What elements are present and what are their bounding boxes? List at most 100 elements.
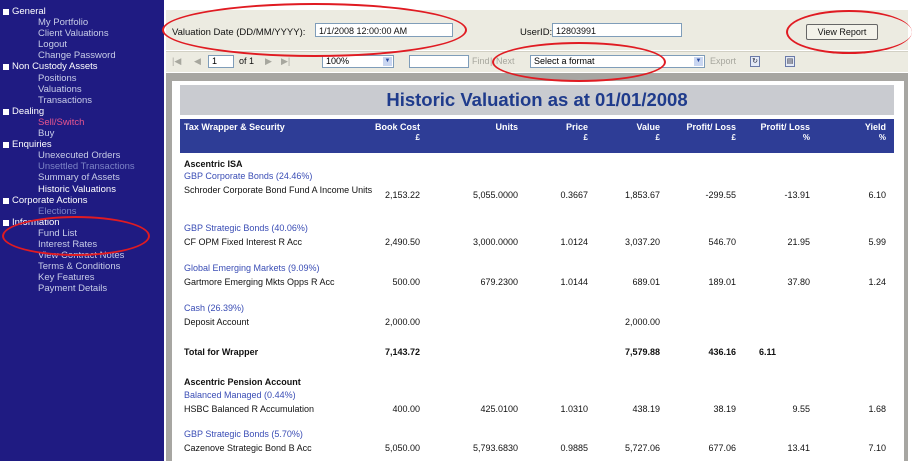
- next-page-icon[interactable]: ▶: [265, 56, 272, 67]
- find-link[interactable]: Find: [472, 56, 490, 66]
- sidebar-section-dealing[interactable]: Dealing: [0, 106, 164, 117]
- book-cost-cell: 2,490.50: [384, 237, 420, 247]
- refresh-icon[interactable]: ↻: [750, 56, 760, 67]
- profit-pct-cell: 21.95: [787, 237, 810, 247]
- units-cell: 425.0100: [480, 404, 518, 414]
- category-name: GBP Strategic Bonds (40.06%): [184, 223, 308, 233]
- sidebar-item-sell-switch[interactable]: Sell/Switch: [0, 117, 164, 128]
- header-security: Tax Wrapper & Security: [184, 122, 285, 132]
- sidebar-item-logout[interactable]: Logout: [0, 39, 164, 50]
- header-profit-loss: Profit/ Loss £: [686, 122, 736, 142]
- sidebar-item-key-features[interactable]: Key Features: [0, 272, 164, 283]
- sidebar-section-corporate-actions[interactable]: Corporate Actions: [0, 195, 164, 206]
- sidebar-item-transactions[interactable]: Transactions: [0, 95, 164, 106]
- sidebar-item-my-portfolio[interactable]: My Portfolio: [0, 17, 164, 28]
- parameter-bar: Valuation Date (DD/MM/YYYY): 1/1/2008 12…: [166, 10, 908, 50]
- yield-cell: 6.10: [868, 190, 886, 200]
- zoom-select[interactable]: 100% ▼: [322, 55, 394, 68]
- valuation-date-input[interactable]: 1/1/2008 12:00:00 AM: [315, 23, 453, 37]
- valuation-date-label: Valuation Date (DD/MM/YYYY):: [172, 27, 306, 38]
- sidebar-item-summary-of-assets[interactable]: Summary of Assets: [0, 172, 164, 183]
- userid-label: UserID:: [520, 27, 553, 38]
- sidebar-item-terms-conditions[interactable]: Terms & Conditions: [0, 261, 164, 272]
- total-book-cost: 7,143.72: [384, 347, 420, 357]
- profit-pct-cell: 13.41: [787, 443, 810, 453]
- sidebar-nav: General My Portfolio Client Valuations L…: [0, 0, 164, 461]
- header-units: Units: [495, 122, 519, 132]
- sidebar-section-general[interactable]: General: [0, 6, 164, 17]
- category-name: GBP Corporate Bonds (24.46%): [184, 171, 313, 181]
- sidebar-item-buy[interactable]: Buy: [0, 128, 164, 139]
- profit-cell: 189.01: [708, 277, 736, 287]
- value-cell: 689.01: [632, 277, 660, 287]
- security-name: Cazenove Strategic Bond B Acc: [184, 443, 312, 453]
- sidebar-item-view-contract-notes[interactable]: View Contract Notes: [0, 250, 164, 261]
- chevron-down-icon: ▼: [694, 57, 703, 66]
- price-cell: 1.0310: [560, 404, 588, 414]
- prev-page-icon[interactable]: ◀: [194, 56, 201, 67]
- security-name: HSBC Balanced R Accumulation: [184, 404, 315, 414]
- sidebar-section-enquiries[interactable]: Enquiries: [0, 139, 164, 150]
- userid-input[interactable]: 12803991: [552, 23, 682, 37]
- find-separator: |: [490, 56, 493, 66]
- sidebar-item-valuations[interactable]: Valuations: [0, 84, 164, 95]
- sidebar-item-historic-valuations[interactable]: Historic Valuations: [0, 184, 164, 195]
- security-name: Gartmore Emerging Mkts Opps R Acc: [184, 277, 335, 287]
- report-page: Historic Valuation as at 01/01/2008 Tax …: [172, 81, 904, 461]
- price-cell: 1.0144: [560, 277, 588, 287]
- report-viewer: Historic Valuation as at 01/01/2008 Tax …: [166, 73, 908, 461]
- export-link[interactable]: Export: [710, 56, 736, 66]
- print-icon[interactable]: ▤: [785, 56, 795, 67]
- book-cost-cell: 500.00: [392, 277, 420, 287]
- find-input[interactable]: [409, 55, 469, 68]
- security-name: Deposit Account: [184, 317, 250, 327]
- sidebar-item-interest-rates[interactable]: Interest Rates: [0, 239, 164, 250]
- value-cell: 3,037.20: [624, 237, 660, 247]
- profit-cell: -299.55: [705, 190, 736, 200]
- book-cost-cell: 400.00: [392, 404, 420, 414]
- collapse-icon: [3, 197, 9, 204]
- price-cell: 1.0124: [560, 237, 588, 247]
- header-value: Value £: [636, 122, 660, 142]
- value-cell: 438.19: [632, 404, 660, 414]
- chevron-down-icon: ▼: [383, 57, 392, 66]
- sidebar-item-change-password[interactable]: Change Password: [0, 50, 164, 61]
- sidebar-item-positions[interactable]: Positions: [0, 73, 164, 84]
- sidebar-item-client-valuations[interactable]: Client Valuations: [0, 28, 164, 39]
- collapse-icon: [3, 219, 9, 226]
- sidebar-item-unsettled-transactions[interactable]: Unsettled Transactions: [0, 161, 164, 172]
- yield-cell: 7.10: [868, 443, 886, 453]
- last-page-icon[interactable]: ▶|: [281, 56, 290, 67]
- first-page-icon[interactable]: |◀: [172, 56, 181, 67]
- sidebar-section-information[interactable]: Information: [0, 217, 164, 228]
- collapse-icon: [3, 64, 9, 71]
- category-name: GBP Strategic Bonds (5.70%): [184, 429, 303, 439]
- sidebar-item-unexecuted-orders[interactable]: Unexecuted Orders: [0, 150, 164, 161]
- value-cell: 1,853.67: [624, 190, 660, 200]
- column-headers: Tax Wrapper & Security Book Cost £ Units …: [180, 119, 894, 153]
- total-profit-pct: 6.11: [758, 347, 776, 357]
- view-report-button[interactable]: View Report: [806, 24, 878, 40]
- collapse-icon: [3, 142, 9, 149]
- header-book-cost: Book Cost £: [375, 122, 420, 142]
- sidebar-item-payment-details[interactable]: Payment Details: [0, 283, 164, 294]
- category-name: Global Emerging Markets (9.09%): [184, 263, 320, 273]
- page-number-input[interactable]: 1: [208, 55, 234, 68]
- header-profit-loss-pct: Profit/ Loss%: [760, 122, 810, 142]
- total-value: 7,579.88: [624, 347, 660, 357]
- total-label: Total for Wrapper: [184, 347, 259, 357]
- profit-pct-cell: 9.55: [792, 404, 810, 414]
- book-cost-cell: 2,000.00: [384, 317, 420, 327]
- export-format-select[interactable]: Select a format ▼: [530, 55, 705, 68]
- next-link[interactable]: Next: [496, 56, 515, 66]
- collapse-icon: [3, 108, 9, 115]
- page-count-label: of 1: [239, 56, 255, 66]
- security-name: Schroder Corporate Bond Fund A Income Un…: [184, 185, 373, 195]
- sidebar-item-elections[interactable]: Elections: [0, 206, 164, 217]
- yield-cell: 1.68: [868, 404, 886, 414]
- units-cell: 5,793.6830: [472, 443, 518, 453]
- sidebar-item-fund-list[interactable]: Fund List: [0, 228, 164, 239]
- sidebar-section-non-custody-assets[interactable]: Non Custody Assets: [0, 61, 164, 72]
- category-name: Balanced Managed (0.44%): [184, 390, 296, 400]
- yield-cell: 5.99: [868, 237, 886, 247]
